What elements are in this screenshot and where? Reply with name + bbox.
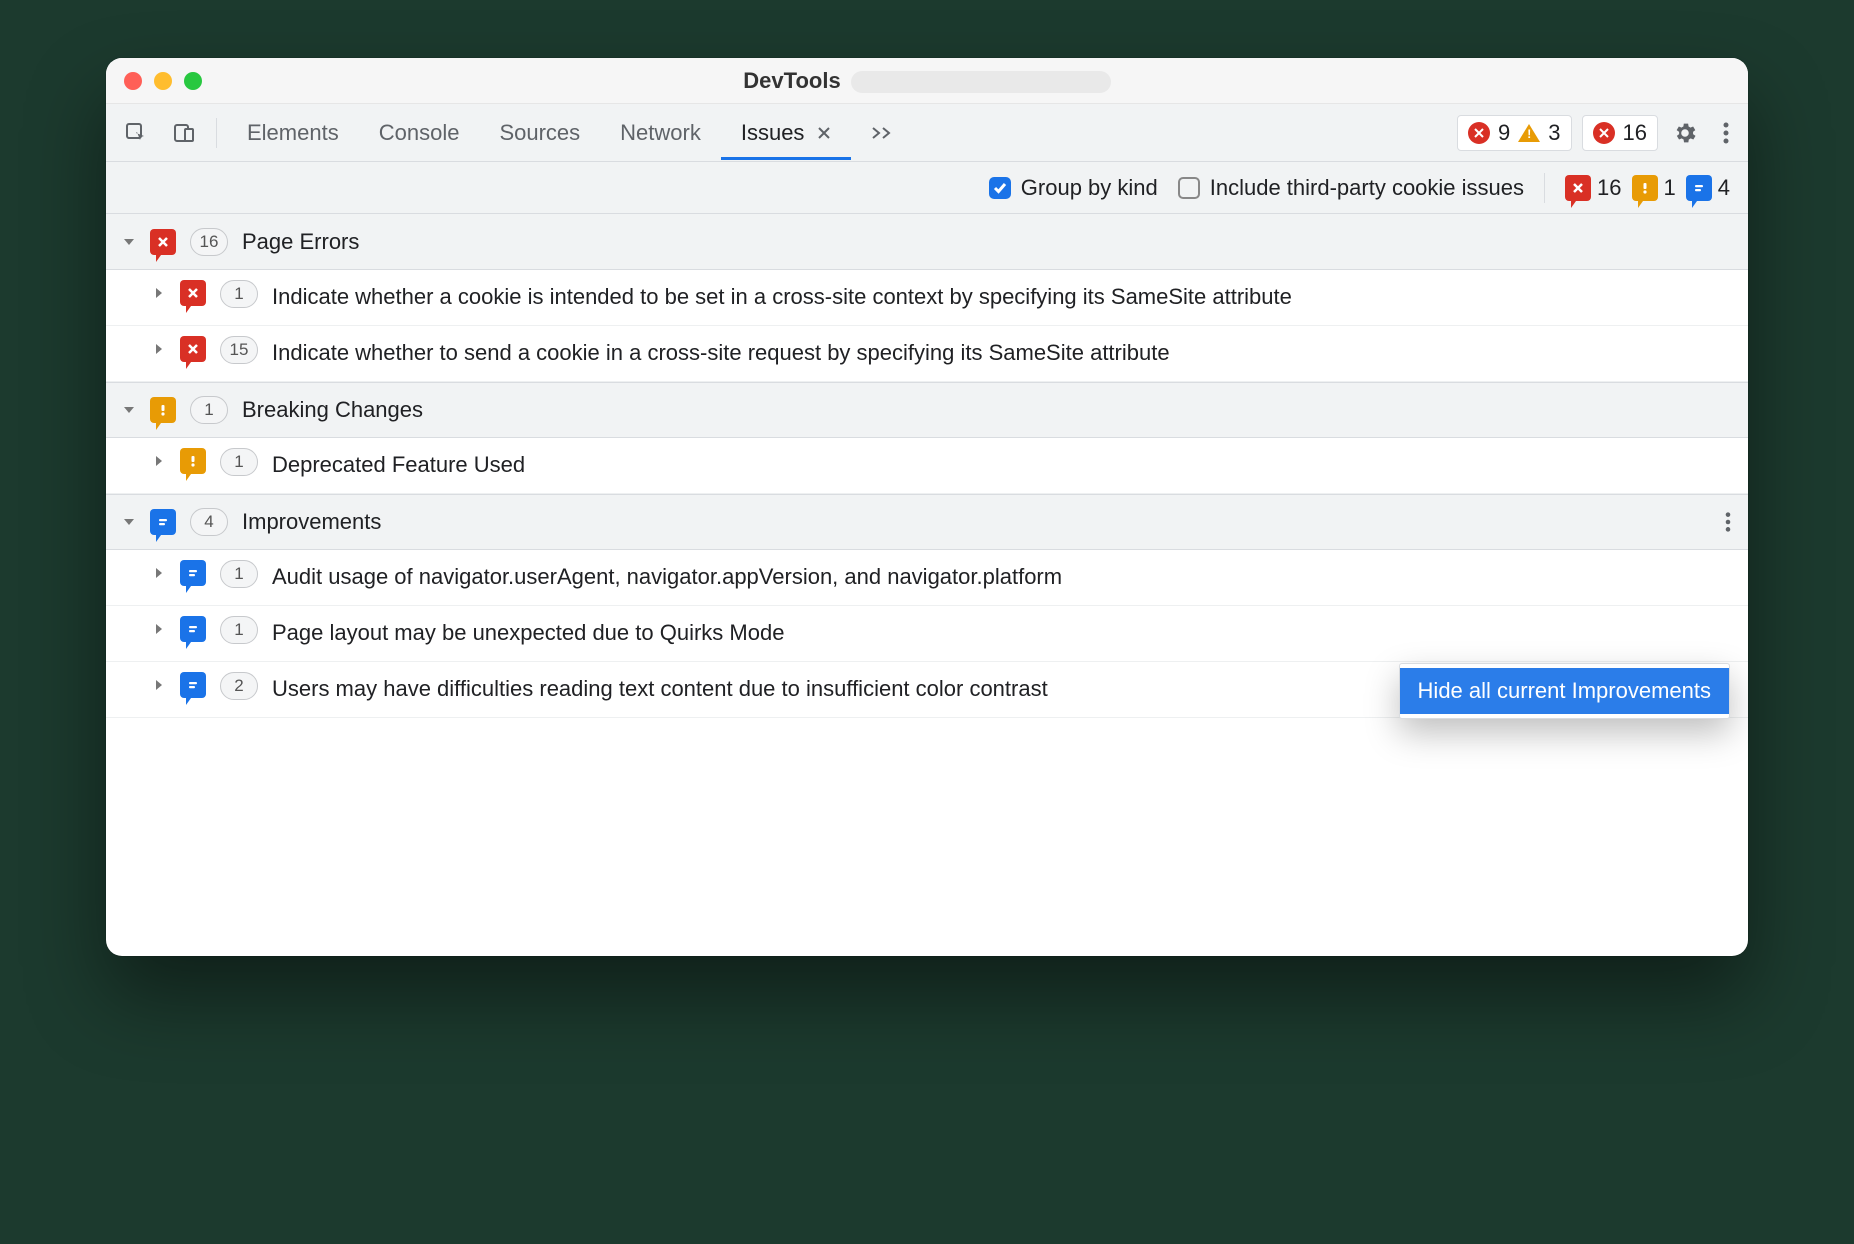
issue-row[interactable]: 1 Deprecated Feature Used [106, 438, 1748, 494]
context-menu-hide-all[interactable]: Hide all current Improvements [1400, 668, 1729, 714]
info-bubble-icon [180, 616, 206, 642]
issue-count: 1 [220, 448, 258, 476]
close-window-icon[interactable] [124, 72, 142, 90]
chevron-down-icon [122, 403, 136, 417]
filterbar-divider [1544, 173, 1545, 203]
chevron-right-icon [152, 678, 166, 692]
chevron-right-icon [152, 286, 166, 300]
include-third-party-checkbox[interactable]: Include third-party cookie issues [1178, 175, 1524, 201]
group-by-kind-label: Group by kind [1021, 175, 1158, 201]
checkbox-unchecked-icon [1178, 177, 1200, 199]
tab-console[interactable]: Console [359, 106, 480, 160]
count-errors[interactable]: 16 [1565, 175, 1621, 201]
device-toggle-icon[interactable] [162, 115, 206, 151]
status-pill-right[interactable]: 16 [1582, 115, 1658, 151]
tab-elements[interactable]: Elements [227, 106, 359, 160]
count-info[interactable]: 4 [1686, 175, 1730, 201]
group-count: 4 [190, 508, 228, 536]
window-title: DevTools [106, 68, 1748, 94]
error-icon [1468, 122, 1490, 144]
info-bubble-icon [1686, 175, 1712, 201]
settings-icon[interactable] [1662, 114, 1708, 152]
issue-text: Audit usage of navigator.userAgent, navi… [272, 560, 1732, 592]
issue-text: Deprecated Feature Used [272, 448, 1732, 480]
group-by-kind-checkbox[interactable]: Group by kind [989, 175, 1158, 201]
devtools-toolbar: Elements Console Sources Network Issues [106, 104, 1748, 162]
info-bubble-icon [180, 560, 206, 586]
tab-sources[interactable]: Sources [479, 106, 600, 160]
issue-kind-counts: 16 1 4 [1565, 175, 1730, 201]
chevron-right-icon [152, 622, 166, 636]
tab-issues-label: Issues [741, 120, 805, 145]
title-redacted [851, 71, 1111, 93]
group-count: 16 [190, 228, 228, 256]
tab-network[interactable]: Network [600, 106, 721, 160]
issues-tree: 16 Page Errors 1 Indicate whether a cook… [106, 214, 1748, 956]
issue-count: 1 [220, 560, 258, 588]
status-errors-2: 16 [1623, 120, 1647, 146]
kebab-menu-icon[interactable] [1712, 115, 1740, 151]
zoom-window-icon[interactable] [184, 72, 202, 90]
info-bubble-icon [150, 509, 176, 535]
issue-count: 2 [220, 672, 258, 700]
chevron-down-icon [122, 235, 136, 249]
devtools-window: DevTools Elements Console Sources Networ… [106, 58, 1748, 956]
issues-filterbar: Group by kind Include third-party cookie… [106, 162, 1748, 214]
minimize-window-icon[interactable] [154, 72, 172, 90]
issue-count: 15 [220, 336, 258, 364]
issue-row[interactable]: 15 Indicate whether to send a cookie in … [106, 326, 1748, 382]
panel-tabs: Elements Console Sources Network Issues [227, 106, 913, 160]
info-bubble-icon [180, 672, 206, 698]
issue-row[interactable]: 1 Audit usage of navigator.userAgent, na… [106, 550, 1748, 606]
warning-bubble-icon [180, 448, 206, 474]
warning-bubble-icon [150, 397, 176, 423]
toolbar-divider [216, 118, 217, 148]
error-bubble-icon [150, 229, 176, 255]
issue-text: Indicate whether a cookie is intended to… [272, 280, 1732, 312]
issue-row[interactable]: 1 Page layout may be unexpected due to Q… [106, 606, 1748, 662]
count-warnings[interactable]: 1 [1632, 175, 1676, 201]
error-icon [1593, 122, 1615, 144]
chevron-down-icon [122, 515, 136, 529]
group-kebab-icon[interactable] [1724, 511, 1732, 533]
titlebar: DevTools [106, 58, 1748, 104]
status-errors: 9 [1498, 120, 1510, 146]
checkbox-checked-icon [989, 177, 1011, 199]
error-bubble-icon [180, 280, 206, 306]
context-menu: Hide all current Improvements [1399, 663, 1730, 719]
group-breaking-changes[interactable]: 1 Breaking Changes [106, 382, 1748, 438]
chevron-right-icon [152, 342, 166, 356]
error-bubble-icon [180, 336, 206, 362]
issue-text: Indicate whether to send a cookie in a c… [272, 336, 1732, 368]
issue-count: 1 [220, 616, 258, 644]
chevron-right-icon [152, 454, 166, 468]
group-count: 1 [190, 396, 228, 424]
status-pill-left[interactable]: 9 3 [1457, 115, 1572, 151]
group-page-errors[interactable]: 16 Page Errors [106, 214, 1748, 270]
error-bubble-icon [1565, 175, 1591, 201]
group-title: Page Errors [242, 229, 359, 255]
chevron-right-icon [152, 566, 166, 580]
console-status: 9 3 16 [1457, 115, 1658, 151]
window-title-text: DevTools [743, 68, 840, 93]
status-warnings: 3 [1548, 120, 1560, 146]
warning-icon [1518, 124, 1540, 142]
warning-bubble-icon [1632, 175, 1658, 201]
tab-issues[interactable]: Issues [721, 106, 851, 160]
issue-row[interactable]: 1 Indicate whether a cookie is intended … [106, 270, 1748, 326]
close-tab-icon[interactable] [817, 120, 831, 145]
issue-text: Page layout may be unexpected due to Qui… [272, 616, 1732, 648]
group-improvements[interactable]: 4 Improvements [106, 494, 1748, 550]
inspect-element-icon[interactable] [114, 115, 158, 151]
group-title: Breaking Changes [242, 397, 423, 423]
include-third-party-label: Include third-party cookie issues [1210, 175, 1524, 201]
issue-count: 1 [220, 280, 258, 308]
group-title: Improvements [242, 509, 381, 535]
traffic-lights [106, 72, 202, 90]
tab-overflow-icon[interactable] [851, 106, 913, 160]
